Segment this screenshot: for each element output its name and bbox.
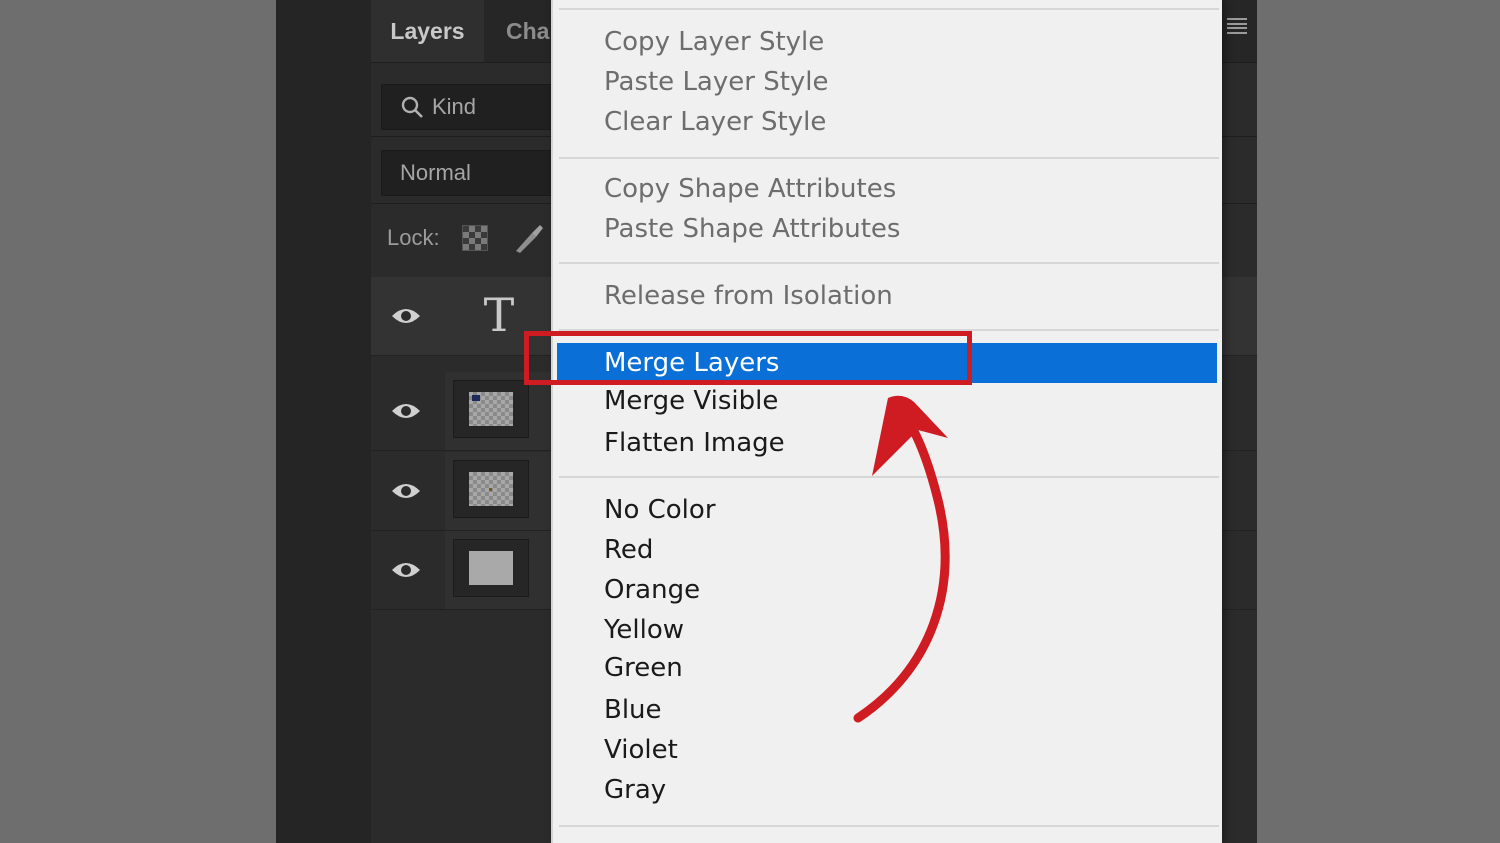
transparent-thumbnail bbox=[469, 472, 513, 506]
layer-thumbnail bbox=[453, 539, 529, 597]
layer-thumbnail bbox=[453, 460, 529, 518]
panel-menu-icon[interactable] bbox=[1227, 18, 1247, 34]
tab-layers[interactable]: Layers bbox=[371, 0, 484, 62]
menu-separator bbox=[559, 262, 1219, 264]
blend-mode-value: Normal bbox=[400, 160, 471, 185]
eye-icon[interactable] bbox=[391, 305, 421, 327]
type-layer-icon: T bbox=[483, 288, 515, 342]
tab-channels[interactable]: Cha bbox=[506, 0, 549, 62]
lock-row: Lock: bbox=[387, 218, 544, 258]
layer-thumbnail-cell bbox=[445, 372, 553, 450]
menu-separator bbox=[559, 825, 1219, 827]
menu-item-flatten-image[interactable]: Flatten Image bbox=[557, 423, 1217, 463]
lock-transparent-pixels-icon[interactable] bbox=[461, 225, 488, 251]
menu-separator bbox=[559, 476, 1219, 478]
menu-item-red[interactable]: Red bbox=[557, 530, 1217, 570]
kind-filter-label: Kind bbox=[432, 94, 477, 119]
layer-thumbnail-cell bbox=[445, 452, 553, 530]
menu-item-no-color[interactable]: No Color bbox=[557, 490, 1217, 530]
menu-item-blue[interactable]: Blue bbox=[557, 690, 1217, 730]
menu-item-merge-visible[interactable]: Merge Visible bbox=[557, 381, 1217, 421]
menu-item-paste-layer-style[interactable]: Paste Layer Style bbox=[557, 62, 1217, 102]
menu-item-release-from-isolation[interactable]: Release from Isolation bbox=[557, 276, 1217, 316]
layer-thumbnail bbox=[453, 380, 529, 438]
menu-item-gray[interactable]: Gray bbox=[557, 770, 1217, 810]
layer-thumbnail-cell: T bbox=[445, 277, 553, 355]
menu-item-orange[interactable]: Orange bbox=[557, 570, 1217, 610]
transparent-thumbnail bbox=[469, 392, 513, 426]
menu-item-merge-layers[interactable]: Merge Layers bbox=[557, 343, 1217, 383]
menu-separator bbox=[559, 8, 1219, 10]
solid-thumbnail bbox=[469, 551, 513, 585]
eye-icon[interactable] bbox=[391, 559, 421, 581]
menu-item-clear-layer-style[interactable]: Clear Layer Style bbox=[557, 102, 1217, 142]
menu-item-copy-shape-attributes[interactable]: Copy Shape Attributes bbox=[557, 169, 1217, 209]
menu-item-green[interactable]: Green bbox=[557, 648, 1217, 688]
menu-item-yellow[interactable]: Yellow bbox=[557, 610, 1217, 650]
eye-icon[interactable] bbox=[391, 400, 421, 422]
menu-separator bbox=[559, 329, 1219, 331]
layer-thumbnail-cell bbox=[445, 531, 553, 609]
search-icon bbox=[401, 96, 423, 118]
lock-image-pixels-brush-icon[interactable] bbox=[510, 221, 544, 255]
eye-icon[interactable] bbox=[391, 480, 421, 502]
tool-strip bbox=[276, 0, 372, 843]
menu-separator bbox=[559, 157, 1219, 159]
screenshot-stage: Layers Cha Kind Normal Lock: T Copy Laye… bbox=[0, 0, 1500, 843]
menu-item-copy-layer-style[interactable]: Copy Layer Style bbox=[557, 22, 1217, 62]
layer-context-menu: Copy Layer Style Paste Layer Style Clear… bbox=[551, 0, 1222, 843]
menu-item-paste-shape-attributes[interactable]: Paste Shape Attributes bbox=[557, 209, 1217, 249]
lock-label: Lock: bbox=[387, 225, 440, 250]
menu-item-violet[interactable]: Violet bbox=[557, 730, 1217, 770]
